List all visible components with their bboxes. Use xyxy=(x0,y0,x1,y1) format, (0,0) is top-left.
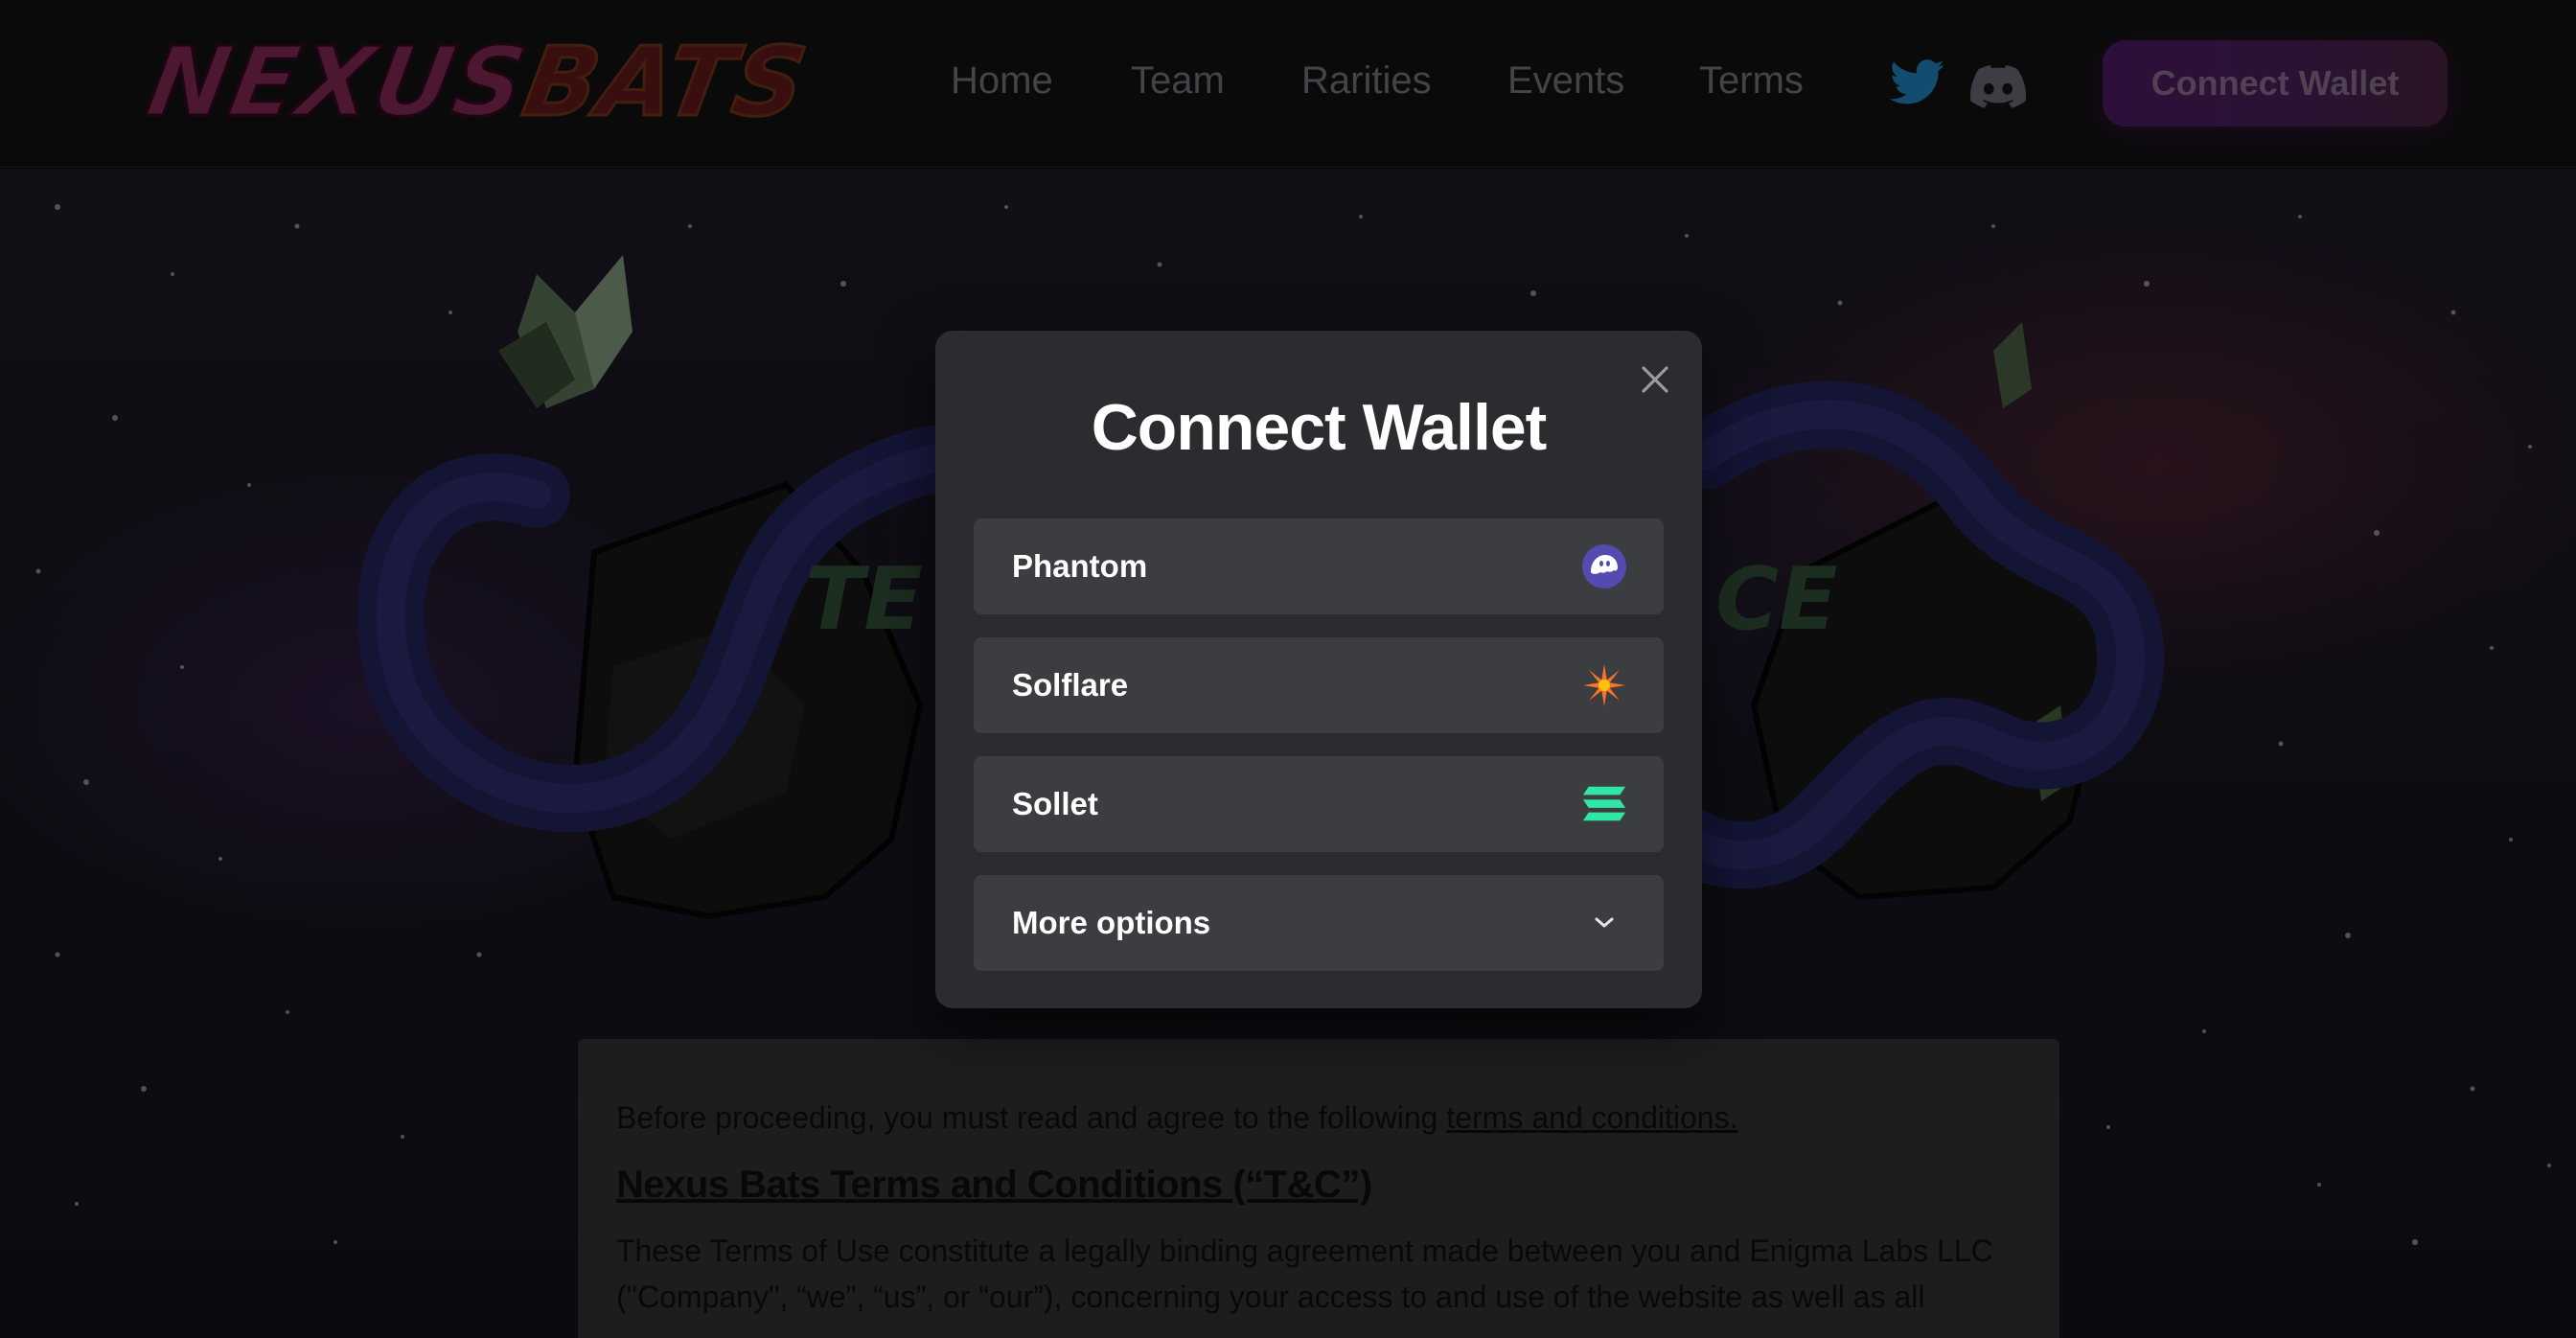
sollet-icon xyxy=(1581,781,1627,827)
solflare-icon xyxy=(1581,662,1627,708)
wallet-option-phantom[interactable]: Phantom xyxy=(974,519,1664,614)
more-options-label: More options xyxy=(1012,905,1211,940)
wallet-option-sollet[interactable]: Sollet xyxy=(974,756,1664,852)
phantom-icon xyxy=(1581,543,1627,589)
wallet-name: Phantom xyxy=(1012,548,1148,584)
chevron-down-icon xyxy=(1581,900,1627,946)
wallet-option-solflare[interactable]: Solflare xyxy=(974,637,1664,733)
wallet-name: Solflare xyxy=(1012,667,1129,703)
wallet-name: Sollet xyxy=(1012,786,1098,821)
more-options-button[interactable]: More options xyxy=(974,875,1664,971)
connect-wallet-modal: Connect Wallet Phantom Solflare Sollet M… xyxy=(935,331,1702,1008)
modal-title: Connect Wallet xyxy=(1091,391,1548,464)
